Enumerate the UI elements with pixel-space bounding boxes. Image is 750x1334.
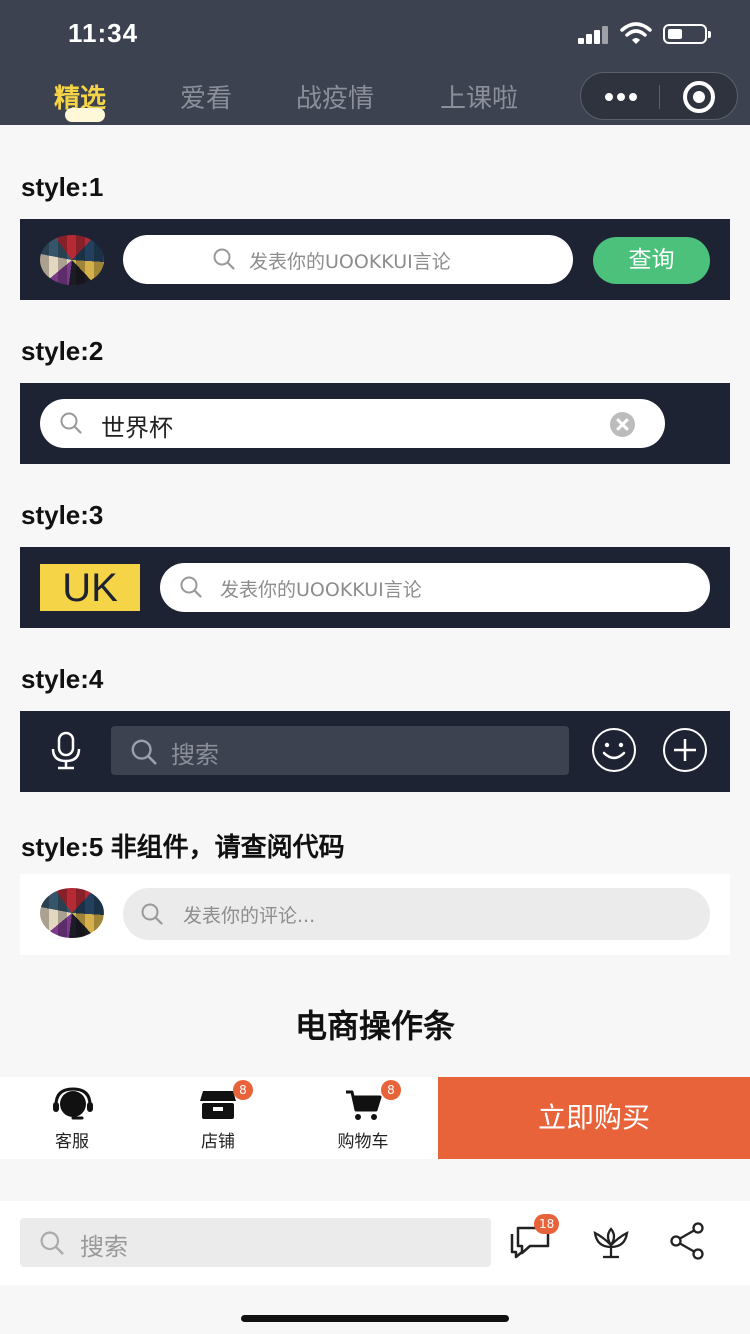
search-icon: [40, 1231, 64, 1255]
status-time: 11:34: [68, 18, 139, 48]
target-icon[interactable]: [683, 81, 715, 113]
page: 11:34 精选 爱看 战疫情 上课啦 style:1 发表你的UOOKKUI言…: [0, 0, 750, 1334]
search-input-style3[interactable]: 发表你的UOOKKUI言论: [160, 563, 710, 612]
flower-icon[interactable]: [591, 1223, 631, 1261]
cart-button[interactable]: 8 购物车: [313, 1077, 413, 1159]
mini-program-capsule: [580, 72, 738, 120]
shop-button[interactable]: 8 店铺: [168, 1077, 268, 1159]
search-placeholder: 搜索: [171, 741, 219, 769]
section-title-style2: style:2: [21, 336, 104, 366]
clear-icon[interactable]: [610, 412, 635, 437]
search-icon: [213, 248, 235, 270]
wifi-icon: [620, 22, 652, 44]
active-tab-indicator: [65, 108, 105, 122]
avatar[interactable]: [40, 235, 104, 285]
tab-favorites[interactable]: 爱看: [180, 78, 232, 115]
battery-icon: [663, 24, 711, 44]
emoji-icon[interactable]: [592, 728, 636, 772]
buy-now-button[interactable]: 立即购买: [438, 1077, 750, 1159]
microphone-icon[interactable]: [48, 731, 84, 771]
section-title-style5: style:5 非组件，请查阅代码: [21, 832, 345, 862]
ecommerce-title: 电商操作条: [294, 1007, 455, 1045]
shop-badge: 8: [233, 1080, 253, 1100]
tab-epidemic[interactable]: 战疫情: [296, 78, 374, 115]
customer-service-button[interactable]: 客服: [22, 1077, 122, 1159]
comment-placeholder: 发表你的评论...: [183, 905, 316, 927]
query-button[interactable]: 查询: [593, 237, 710, 284]
tab-class[interactable]: 上课啦: [440, 78, 518, 115]
section-title-style1: style:1: [21, 172, 104, 202]
search-value: 世界杯: [101, 414, 173, 442]
shop-icon: [200, 1091, 236, 1119]
customer-service-icon: [53, 1087, 93, 1120]
search-placeholder: 发表你的UOOKKUI言论: [249, 251, 451, 273]
uk-logo: UK: [40, 564, 140, 611]
search-icon: [131, 739, 157, 765]
home-indicator: [241, 1315, 509, 1322]
app-header: 11:34 精选 爱看 战疫情 上课啦: [0, 0, 750, 125]
cellular-signal-icon: [578, 26, 610, 44]
plus-icon[interactable]: [663, 728, 707, 772]
capsule-divider: [659, 85, 660, 109]
search-input-style1[interactable]: 发表你的UOOKKUI言论: [123, 235, 573, 284]
shop-label: 店铺: [201, 1132, 235, 1152]
cart-icon: [346, 1090, 382, 1120]
share-icon[interactable]: [668, 1221, 706, 1261]
cart-badge: 8: [381, 1080, 401, 1100]
search-icon: [60, 412, 82, 434]
section-title-style4: style:4: [21, 664, 104, 694]
comment-badge: 18: [534, 1214, 560, 1234]
search-icon: [180, 576, 202, 598]
comment-input[interactable]: 发表你的评论...: [123, 888, 710, 940]
bottom-search-input[interactable]: 搜索: [20, 1218, 491, 1267]
bottom-search-placeholder: 搜索: [80, 1233, 128, 1261]
search-input-style2[interactable]: 世界杯: [40, 399, 665, 448]
search-input-style4[interactable]: 搜索: [111, 726, 569, 775]
customer-service-label: 客服: [55, 1132, 89, 1152]
more-dots-icon[interactable]: [603, 86, 639, 106]
cart-label: 购物车: [337, 1132, 389, 1152]
search-placeholder: 发表你的UOOKKUI言论: [220, 579, 422, 601]
search-icon: [141, 903, 163, 925]
section-title-style3: style:3: [21, 500, 104, 530]
avatar[interactable]: [40, 888, 104, 938]
